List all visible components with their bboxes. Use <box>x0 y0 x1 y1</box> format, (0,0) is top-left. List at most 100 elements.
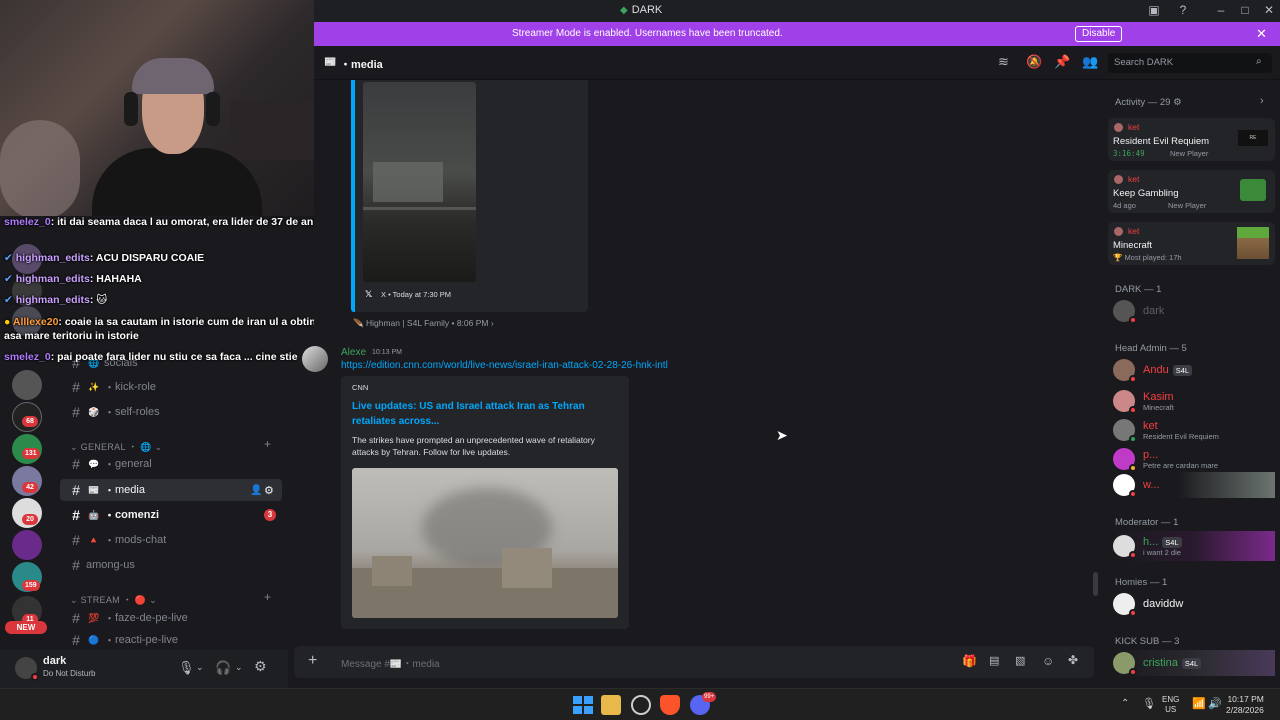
gif-icon[interactable]: ▤ <box>989 654 999 667</box>
minecraft-logo-icon <box>1237 227 1269 259</box>
channel-self-roles[interactable]: # 🎲 ・ self-roles <box>60 401 282 423</box>
search-input[interactable]: Search DARK ⌕ <box>1108 53 1272 73</box>
pin-icon[interactable]: 📌 <box>1054 54 1070 70</box>
microphone-icon[interactable]: 🎙 <box>178 660 195 676</box>
category-stream[interactable]: ⌄ STREAM ・ 🔴 ⌄ <box>70 593 157 606</box>
tray-chevron-up-icon[interactable]: ⌃ <box>1121 698 1129 709</box>
server-icon[interactable] <box>12 370 42 400</box>
settings-gear-icon[interactable]: ⚙ <box>254 658 267 675</box>
member-item[interactable]: Kasim Minecraft <box>1113 386 1275 416</box>
text-channel-icon: # <box>72 482 80 498</box>
stream-chat-line: smelez_0: iti dai seama daca l au omorat… <box>4 216 317 228</box>
chevron-down-icon[interactable]: ⌄ <box>196 662 204 673</box>
channel-comenzi[interactable]: # 🤖 ・ comenzi 3 <box>60 504 282 526</box>
channel-mods-chat[interactable]: # 🔺 ・ mods-chat <box>60 529 282 551</box>
embed-video-thumbnail[interactable] <box>363 82 476 282</box>
close-window-button[interactable]: ✕ <box>1261 3 1277 17</box>
attach-plus-icon[interactable]: + <box>308 652 317 670</box>
channel-among-us[interactable]: # among-us <box>60 554 282 576</box>
language-indicator[interactable]: ENG US <box>1162 695 1179 715</box>
gift-icon[interactable]: 🎁 <box>962 654 977 668</box>
channel-emoji-icon: 📰 <box>88 484 100 495</box>
threads-icon[interactable]: ≋ <box>998 54 1009 70</box>
member-item[interactable]: w... <box>1113 472 1275 498</box>
apps-icon[interactable]: ✤ <box>1068 653 1078 667</box>
game-logo-icon <box>1240 179 1266 201</box>
channel-general[interactable]: # 💬 ・ general <box>60 453 282 475</box>
message-composer[interactable]: + Message #📰・media 🎁 ▤ ▧ ☺ ✤ <box>294 646 1094 678</box>
maximize-button[interactable]: □ <box>1237 3 1253 17</box>
embed-x-post: 𝕏 X • Today at 7:30 PM <box>355 80 588 312</box>
text-channel-icon: # <box>72 610 80 626</box>
channel-kick-role[interactable]: # ✨ ・ kick-role <box>60 376 282 398</box>
file-explorer-icon[interactable] <box>601 695 621 715</box>
sticker-icon[interactable]: ▧ <box>1015 654 1025 667</box>
clock[interactable]: 10:17 PM 2/28/2026 <box>1226 694 1264 716</box>
mute-bell-icon[interactable]: 🔕 <box>1026 54 1042 70</box>
member-item[interactable]: ket Resident Evil Requiem <box>1113 415 1275 445</box>
message-author[interactable]: Alexe <box>341 347 366 358</box>
gear-icon[interactable]: ⚙ <box>264 484 274 497</box>
microphone-tray-icon[interactable]: 🎙 <box>1142 697 1156 710</box>
member-item[interactable]: Andu S4L <box>1113 357 1275 383</box>
disable-streamer-mode-button[interactable]: Disable <box>1075 26 1123 42</box>
headphones-icon[interactable]: 🎧 <box>215 660 231 676</box>
create-channel-icon[interactable]: + <box>264 437 271 451</box>
server-icon[interactable] <box>12 530 42 560</box>
stream-chat-line: ✔ highman_edits: HAHAHA <box>4 273 142 285</box>
volume-icon[interactable]: 🔊 <box>1208 697 1222 710</box>
wifi-icon[interactable]: 📶 <box>1192 697 1206 710</box>
new-badge[interactable]: NEW <box>5 621 47 634</box>
start-button[interactable] <box>572 695 593 715</box>
help-icon[interactable]: ? <box>1175 3 1191 17</box>
channel-faze-de-pe-live[interactable]: # 💯 ・ faze-de-pe-live <box>60 607 282 629</box>
chat-scrollbar[interactable] <box>1093 572 1098 596</box>
activity-card[interactable]: ket Keep Gambling 4d ago New Player <box>1108 170 1275 213</box>
channel-emoji-icon: 💯 <box>88 612 100 623</box>
chevron-right-icon[interactable]: › <box>1260 95 1264 107</box>
x-logo-icon: 𝕏 <box>365 289 373 299</box>
chevron-down-icon[interactable]: ⌄ <box>235 662 243 673</box>
activity-card[interactable]: ket Minecraft 🏆 Most played: 17h <box>1108 222 1275 265</box>
text-channel-icon: # <box>72 557 80 573</box>
stream-chat-line: ✔ highman_edits: 🐱 <box>4 294 108 306</box>
activity-card[interactable]: ket Resident Evil Requiem 3:16:49 New Pl… <box>1108 118 1275 161</box>
channel-header: 📰 ・media ≋ 🔕 📌 👥 Search DARK ⌕ <box>314 46 1280 80</box>
create-channel-icon[interactable]: + <box>264 590 271 604</box>
text-channel-icon: # <box>72 456 80 472</box>
channel-emoji-icon: 🔵 <box>88 634 100 645</box>
channel-media[interactable]: # 📰 ・ media 👤 ⚙ <box>60 479 282 501</box>
text-channel-icon: # <box>72 379 80 395</box>
discord-badge: 99+ <box>702 692 717 702</box>
member-item[interactable]: h... S4L i want 2 die <box>1113 531 1275 561</box>
member-item[interactable]: daviddw <box>1113 591 1275 617</box>
member-item[interactable]: cristina S4L <box>1113 650 1275 676</box>
channel-reacti-pe-live[interactable]: # 🔵 ・ reacti-pe-live <box>60 630 282 650</box>
member-item[interactable]: p... Petre are cardan mare <box>1113 444 1275 474</box>
invite-icon[interactable]: 👤 <box>250 485 262 496</box>
stream-chat-line: ✔ highman_edits: ACU DISPARU COAIE <box>4 252 205 264</box>
embed-image[interactable] <box>352 468 618 618</box>
role-header: Homies — 1 <box>1115 577 1168 588</box>
brave-browser-icon[interactable] <box>660 695 680 715</box>
message-input[interactable]: Message #📰・media <box>341 655 440 670</box>
close-banner-icon[interactable]: ✕ <box>1256 26 1267 42</box>
minimize-button[interactable]: – <box>1213 3 1229 17</box>
member-list-icon[interactable]: 👥 <box>1082 54 1098 70</box>
app-reply-line[interactable]: 🪶 Highman | S4L Family • 8:06 PM › <box>353 318 494 329</box>
app-logo-icon: ◆ <box>620 4 628 16</box>
avatar[interactable] <box>15 657 39 681</box>
server-badge: 20 <box>22 514 38 525</box>
emoji-icon[interactable]: ☺ <box>1042 654 1054 668</box>
avatar[interactable] <box>302 346 328 372</box>
member-list: Activity — 29 ⚙ › ket Resident Evil Requ… <box>1102 80 1280 688</box>
channel-emoji-icon: 🔺 <box>88 534 100 545</box>
category-general[interactable]: ⌄ GENERAL ・ 🌐 ⌄ <box>70 440 163 453</box>
inbox-icon[interactable]: ▣ <box>1146 3 1162 17</box>
message-link[interactable]: https://edition.cnn.com/world/live-news/… <box>341 360 668 371</box>
embed-title-link[interactable]: Live updates: US and Israel attack Iran … <box>352 399 602 429</box>
member-item[interactable]: dark <box>1113 298 1275 324</box>
obs-icon[interactable] <box>631 695 651 715</box>
text-channel-icon: # <box>72 532 80 548</box>
embed-provider: CNN <box>352 383 369 392</box>
